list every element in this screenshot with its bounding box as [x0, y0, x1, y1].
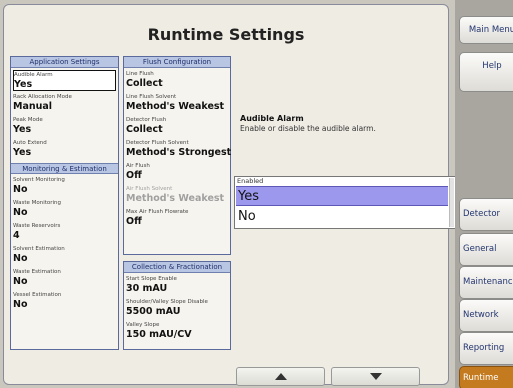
field-value: No [13, 253, 28, 264]
max-air-flush-flowrate-field[interactable]: Max Air Flush Flowrate Off [126, 208, 228, 229]
flush-configuration-panel: Flush Configuration Line Flush Collect L… [123, 56, 231, 255]
field-value: Off [126, 216, 142, 227]
option-list: Enabled Yes No [234, 176, 456, 229]
field-value: Collect [126, 124, 163, 135]
nav-runtime[interactable]: Runtime [459, 366, 513, 388]
field-label: Waste Estimation [13, 269, 61, 275]
waste-reservoirs-field[interactable]: Waste Reservoirs 4 [13, 222, 116, 243]
option-no[interactable]: No [236, 207, 448, 227]
peak-mode-field[interactable]: Peak Mode Yes [13, 116, 116, 137]
field-label: Solvent Monitoring [13, 177, 65, 183]
field-label: Valley Slope [126, 322, 160, 328]
field-label: Max Air Flush Flowrate [126, 209, 189, 215]
nav-detector[interactable]: Detector [459, 198, 513, 231]
solvent-monitoring-field[interactable]: Solvent Monitoring No [13, 176, 116, 197]
valley-slope-field[interactable]: Valley Slope 150 mAU/CV [126, 321, 228, 342]
page-title: Runtime Settings [147, 25, 305, 44]
air-flush-field[interactable]: Air Flush Off [126, 162, 228, 183]
application-settings-header: Application Settings [11, 57, 118, 68]
field-label: Waste Reservoirs [13, 223, 61, 229]
field-value: 5500 mAU [126, 306, 181, 317]
field-label: Vessel Estimation [13, 292, 62, 298]
scroll-up-button[interactable] [236, 367, 325, 386]
scroll-down-button[interactable] [331, 367, 420, 386]
field-label: Air Flush Solvent [126, 186, 173, 192]
collection-fractionation-header: Collection & Fractionation [124, 262, 230, 273]
field-label: Peak Mode [13, 117, 43, 123]
field-label: Air Flush [126, 163, 150, 169]
flush-configuration-header: Flush Configuration [124, 57, 230, 68]
nav-general[interactable]: General [459, 233, 513, 266]
field-value: 30 mAU [126, 283, 168, 294]
field-label: Detector Flush [126, 117, 167, 123]
field-value: No [13, 184, 28, 195]
settings-main-panel: Runtime Settings Application Settings Au… [3, 4, 456, 386]
field-value: Method's Strongest [126, 147, 232, 158]
field-value: Manual [13, 101, 53, 112]
monitoring-estimation-header: Monitoring & Estimation [11, 163, 118, 174]
field-value: Yes [13, 147, 32, 158]
detector-flush-solvent-field[interactable]: Detector Flush Solvent Method's Stronges… [126, 139, 232, 160]
field-label: Shoulder/Valley Slope Disable [126, 299, 208, 305]
help-button[interactable]: Help [459, 52, 513, 92]
up-arrow-icon [274, 373, 287, 380]
field-label: Rack Allocation Mode [13, 94, 72, 100]
option-list-scrollbar[interactable] [449, 178, 454, 227]
field-value: No [13, 299, 28, 310]
main-menu-button[interactable]: Main Menu [459, 16, 513, 44]
field-label: Solvent Estimation [13, 246, 65, 252]
field-label: Start Slope Enable [126, 276, 177, 282]
shoulder-valley-slope-disable-field[interactable]: Shoulder/Valley Slope Disable 5500 mAU [126, 298, 228, 319]
application-settings-panel: Application Settings Audible Alarm Yes R… [10, 56, 119, 350]
field-label: Audible Alarm [14, 72, 53, 78]
line-flush-solvent-field[interactable]: Line Flush Solvent Method's Weakest [126, 93, 228, 114]
field-value: Off [126, 170, 142, 181]
nav-maintenance[interactable]: Maintenance [459, 266, 513, 299]
line-flush-field[interactable]: Line Flush Collect [126, 70, 228, 91]
field-value: 150 mAU/CV [126, 329, 192, 340]
description-title: Audible Alarm [240, 114, 304, 123]
field-value: Yes [13, 124, 32, 135]
option-list-header: Enabled [237, 177, 264, 185]
nav-reporting[interactable]: Reporting [459, 332, 513, 365]
field-value: Yes [14, 79, 33, 90]
audible-alarm-field[interactable]: Audible Alarm Yes [13, 70, 116, 91]
waste-estimation-field[interactable]: Waste Estimation No [13, 268, 116, 289]
field-value: Method's Weakest [126, 193, 225, 204]
field-label: Line Flush Solvent [126, 94, 177, 100]
option-yes[interactable]: Yes [236, 186, 448, 206]
solvent-estimation-field[interactable]: Solvent Estimation No [13, 245, 116, 266]
auto-extend-field[interactable]: Auto Extend Yes [13, 139, 116, 160]
field-label: Detector Flush Solvent [126, 140, 189, 146]
detector-flush-field[interactable]: Detector Flush Collect [126, 116, 228, 137]
vessel-estimation-field[interactable]: Vessel Estimation No [13, 291, 116, 312]
description-text: Enable or disable the audible alarm. [240, 124, 376, 133]
down-arrow-icon [369, 373, 382, 380]
field-label: Auto Extend [13, 140, 47, 146]
rack-allocation-mode-field[interactable]: Rack Allocation Mode Manual [13, 93, 116, 114]
field-value: Method's Weakest [126, 101, 225, 112]
field-value: No [13, 276, 28, 287]
field-value: 4 [13, 230, 20, 241]
side-menu: Main Menu Help Detector General Maintena… [455, 0, 513, 388]
collection-fractionation-panel: Collection & Fractionation Start Slope E… [123, 261, 231, 350]
start-slope-enable-field[interactable]: Start Slope Enable 30 mAU [126, 275, 228, 296]
nav-network[interactable]: Network [459, 299, 513, 332]
waste-monitoring-field[interactable]: Waste Monitoring No [13, 199, 116, 220]
field-value: No [13, 207, 28, 218]
field-label: Line Flush [126, 71, 154, 77]
air-flush-solvent-field: Air Flush Solvent Method's Weakest [126, 185, 228, 206]
field-value: Collect [126, 78, 163, 89]
field-label: Waste Monitoring [13, 200, 62, 206]
